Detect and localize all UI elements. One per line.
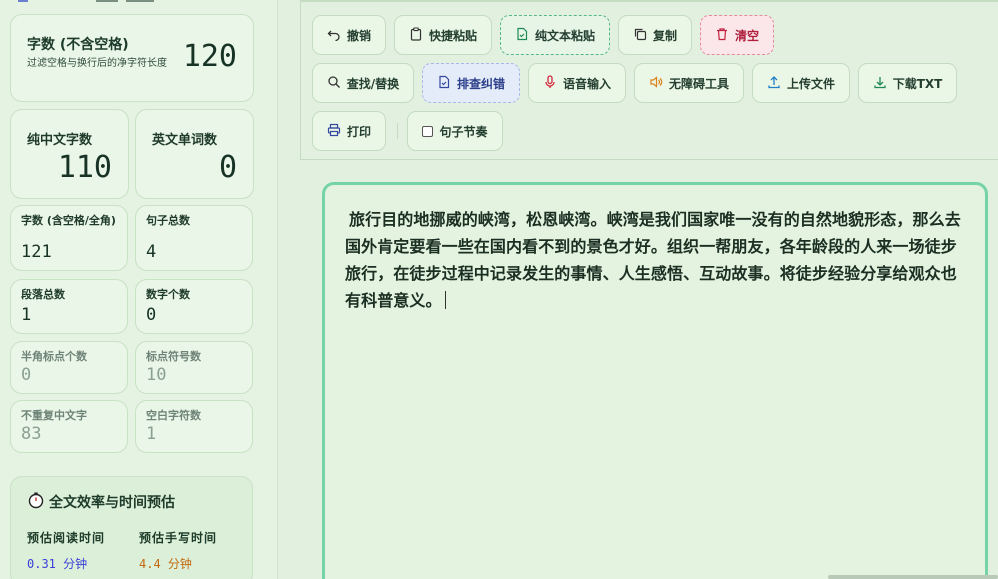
quick-paste-button[interactable]: 快捷粘贴 <box>394 15 492 55</box>
net-chars-value: 120 <box>182 39 237 74</box>
chinese-count-label: 纯中文字数 <box>27 133 93 148</box>
blank-label: 空白字符数 <box>146 409 201 422</box>
search-icon <box>327 75 341 92</box>
stat-card-net-chars: 字数 (不含空格) 过滤空格与换行后的净字符长度 120 <box>10 14 254 102</box>
spell-check-icon <box>437 75 451 92</box>
upload-icon <box>767 75 781 92</box>
toolbar: 撤销 快捷粘贴 纯文本粘贴 复制 清空 查找/替换 排查纠错 语音输入 无障碍工… <box>300 0 998 160</box>
accessibility-tools-button[interactable]: 无障碍工具 <box>634 63 744 103</box>
read-time-label: 预估阅读时间 <box>27 531 106 545</box>
clipboard-icon <box>409 26 423 44</box>
stat-card-english: 英文单词数 0 <box>135 109 254 199</box>
efficiency-title: 全文效率与时间预估 <box>49 495 175 511</box>
sentences-label: 句子总数 <box>146 214 190 227</box>
stat-card-blank: 空白字符数 1 <box>135 400 253 453</box>
file-text-icon <box>515 27 529 44</box>
sentences-value: 4 <box>146 242 157 262</box>
stat-card-half-punct: 半角标点个数 0 <box>10 341 128 394</box>
find-replace-button[interactable]: 查找/替换 <box>312 63 414 103</box>
write-time-label: 预估手写时间 <box>139 531 218 545</box>
with-spaces-value: 121 <box>21 242 52 262</box>
horizontal-scrollbar[interactable] <box>828 575 998 579</box>
stat-card-sentences: 句子总数 4 <box>135 205 253 271</box>
clear-button[interactable]: 清空 <box>700 15 774 55</box>
stat-card-chinese: 纯中文字数 110 <box>10 109 129 199</box>
text-editor[interactable]: 旅行目的地挪威的峡湾，松恩峡湾。峡湾是我们国家唯一没有的自然地貌形态，那么去国外… <box>322 182 988 579</box>
stat-card-unique-cn: 不重复中文字 83 <box>10 400 128 453</box>
chinese-count-value: 110 <box>57 150 112 185</box>
blank-value: 1 <box>146 424 157 444</box>
print-button[interactable]: 打印 <box>312 111 386 151</box>
mic-icon <box>543 74 557 92</box>
with-spaces-label: 字数 (含空格/全角) <box>21 214 116 227</box>
download-txt-button[interactable]: 下载TXT <box>858 63 957 103</box>
paragraphs-label: 段落总数 <box>21 288 65 301</box>
editor-content[interactable]: 旅行目的地挪威的峡湾，松恩峡湾。峡湾是我们国家唯一没有的自然地貌形态，那么去国外… <box>345 206 965 314</box>
toolbar-divider <box>397 123 398 139</box>
top-tab-marks <box>14 0 164 3</box>
voice-input-button[interactable]: 语音输入 <box>528 63 626 103</box>
unique-cn-label: 不重复中文字 <box>21 409 87 422</box>
stat-card-with-spaces: 字数 (含空格/全角) 121 <box>10 205 128 271</box>
upload-file-button[interactable]: 上传文件 <box>752 63 850 103</box>
main-area: 撤销 快捷粘贴 纯文本粘贴 复制 清空 查找/替换 排查纠错 语音输入 无障碍工… <box>300 0 998 579</box>
half-punct-value: 0 <box>21 365 32 385</box>
copy-icon <box>633 27 647 44</box>
stat-card-paragraphs: 段落总数 1 <box>10 279 128 334</box>
read-time-value: 0.31 分钟 <box>27 557 88 571</box>
write-time-value: 4.4 分钟 <box>139 557 192 571</box>
stat-card-digits: 数字个数 0 <box>135 279 253 334</box>
download-icon <box>873 75 887 92</box>
rhythm-checkbox[interactable] <box>422 125 434 137</box>
trash-icon <box>715 27 729 44</box>
plain-paste-button[interactable]: 纯文本粘贴 <box>500 15 610 55</box>
digits-label: 数字个数 <box>146 288 190 301</box>
printer-icon <box>327 123 341 140</box>
stat-card-punct: 标点符号数 10 <box>135 341 253 394</box>
sentence-rhythm-toggle[interactable]: 句子节奏 <box>407 111 503 151</box>
stopwatch-icon <box>27 491 45 513</box>
net-chars-subtitle: 过滤空格与换行后的净字符长度 <box>27 58 167 69</box>
english-words-label: 英文单词数 <box>152 133 218 148</box>
efficiency-card: 全文效率与时间预估 预估阅读时间 预估手写时间 0.31 分钟 4.4 分钟 <box>10 476 253 579</box>
unique-cn-value: 83 <box>21 424 42 444</box>
stats-sidebar: 字数 (不含空格) 过滤空格与换行后的净字符长度 120 纯中文字数 110 英… <box>0 0 278 579</box>
digits-value: 0 <box>146 305 157 325</box>
undo-button[interactable]: 撤销 <box>312 15 386 55</box>
punct-label: 标点符号数 <box>146 350 201 363</box>
net-chars-title: 字数 (不含空格) <box>27 37 129 53</box>
typo-check-button[interactable]: 排查纠错 <box>422 63 520 103</box>
undo-icon <box>327 27 341 44</box>
punct-value: 10 <box>146 365 167 385</box>
volume-icon <box>649 75 663 92</box>
paragraphs-value: 1 <box>21 305 32 325</box>
copy-button[interactable]: 复制 <box>618 15 692 55</box>
half-punct-label: 半角标点个数 <box>21 350 87 363</box>
english-words-value: 0 <box>218 150 237 185</box>
text-caret <box>444 291 446 309</box>
